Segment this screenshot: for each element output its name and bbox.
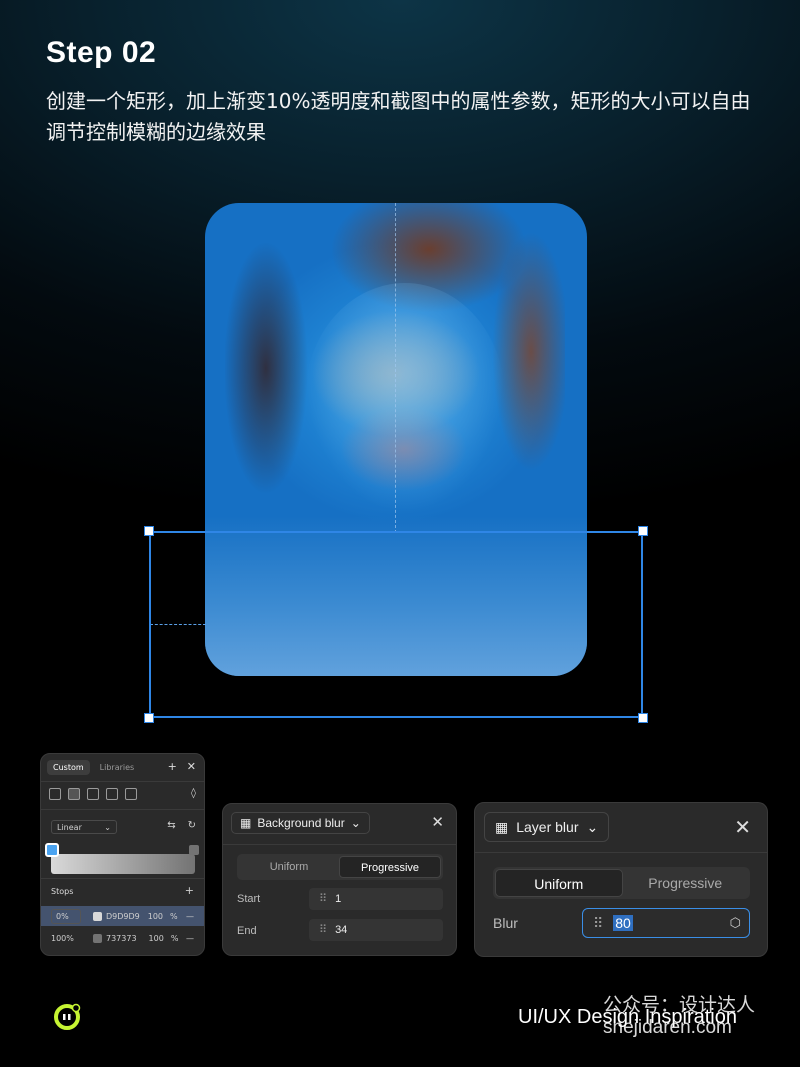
add-stop-icon[interactable]: + xyxy=(185,884,194,897)
swap-icon[interactable]: ⇆ xyxy=(167,820,175,831)
fill-panel: Custom Libraries + ✕ ◊ Linear ⌄ ⇆ ↻ Stops… xyxy=(40,753,205,956)
blur-grid-icon: ▦ xyxy=(240,816,252,830)
end-field[interactable]: ⠿ 34 xyxy=(309,919,443,941)
video-fill-icon[interactable] xyxy=(125,788,137,800)
effect-type-dropdown[interactable]: ▦ Layer blur ⌄ xyxy=(484,812,610,842)
color-chip[interactable] xyxy=(93,911,102,921)
start-field[interactable]: ⠿ 1 xyxy=(309,888,443,910)
blur-mode-toggle[interactable]: Uniform Progressive xyxy=(237,854,443,880)
chevron-down-icon: ⌄ xyxy=(586,818,599,835)
mode-uniform[interactable]: Uniform xyxy=(239,856,339,878)
pattern-fill-icon[interactable] xyxy=(87,788,99,800)
tab-libraries[interactable]: Libraries xyxy=(94,760,141,775)
mode-uniform[interactable]: Uniform xyxy=(495,869,623,897)
selected-rectangle[interactable] xyxy=(149,531,643,718)
close-icon[interactable]: ✕ xyxy=(734,815,751,840)
stop-row[interactable]: 100% 737373 100 % — xyxy=(41,928,204,948)
color-chip[interactable] xyxy=(93,933,102,943)
stops-label: Stops xyxy=(51,887,74,896)
mode-progressive[interactable]: Progressive xyxy=(623,869,749,897)
resize-handle-top-left[interactable] xyxy=(144,526,154,536)
page-title: Step 02 xyxy=(46,36,157,69)
close-icon[interactable]: ✕ xyxy=(187,760,196,773)
close-icon[interactable]: ✕ xyxy=(431,813,444,831)
remove-stop-icon[interactable]: — xyxy=(186,934,194,943)
mode-progressive[interactable]: Progressive xyxy=(339,856,441,878)
rotate-icon[interactable]: ↻ xyxy=(188,820,196,831)
gradient-type-select[interactable]: Linear ⌄ xyxy=(51,820,117,834)
stop-row[interactable]: 0% D9D9D9 100 % — xyxy=(41,906,204,926)
drag-grid-icon[interactable]: ⠿ xyxy=(319,924,327,936)
resize-handle-bottom-right[interactable] xyxy=(638,713,648,723)
gradient-stop-handle-start[interactable] xyxy=(45,843,59,857)
blur-field[interactable]: ⠿ 80 ⬡ xyxy=(582,908,750,938)
blur-label: Blur xyxy=(493,915,518,931)
effect-type-dropdown[interactable]: ▦ Background blur ⌄ xyxy=(231,812,370,834)
solid-fill-icon[interactable] xyxy=(49,788,61,800)
resize-handle-top-right[interactable] xyxy=(638,526,648,536)
gradient-preview[interactable] xyxy=(51,854,195,874)
background-blur-panel: ▦ Background blur ⌄ ✕ Uniform Progressiv… xyxy=(222,803,457,956)
resize-handle-bottom-left[interactable] xyxy=(144,713,154,723)
tab-custom[interactable]: Custom xyxy=(47,760,90,775)
image-fill-icon[interactable] xyxy=(106,788,118,800)
watermark-account: 公众号：设计达人 xyxy=(603,994,756,1016)
layer-blur-panel: ▦ Layer blur ⌄ ✕ Uniform Progressive Blu… xyxy=(474,802,768,957)
opacity-drop-icon[interactable]: ◊ xyxy=(191,788,196,799)
gradient-stop-handle-end[interactable] xyxy=(189,845,199,855)
gradient-fill-icon[interactable] xyxy=(68,788,80,800)
chevron-down-icon: ⌄ xyxy=(350,816,361,830)
page-subtitle: 创建一个矩形，加上渐变10%透明度和截图中的属性参数，矩形的大小可以自由调节控制… xyxy=(46,89,751,144)
drag-grid-icon[interactable]: ⠿ xyxy=(593,915,603,931)
brand-logo-icon xyxy=(54,1003,81,1030)
blur-grid-icon: ▦ xyxy=(495,818,509,835)
vertical-guide xyxy=(395,203,396,533)
plus-icon[interactable]: + xyxy=(168,760,177,773)
drag-grid-icon[interactable]: ⠿ xyxy=(319,893,327,905)
variable-hexagon-icon[interactable]: ⬡ xyxy=(730,915,741,931)
remove-stop-icon[interactable]: — xyxy=(186,912,194,921)
end-label: End xyxy=(237,925,257,937)
watermark-site: shejidaren.com xyxy=(603,1017,732,1038)
blur-mode-toggle[interactable]: Uniform Progressive xyxy=(493,867,750,899)
start-label: Start xyxy=(237,893,261,905)
